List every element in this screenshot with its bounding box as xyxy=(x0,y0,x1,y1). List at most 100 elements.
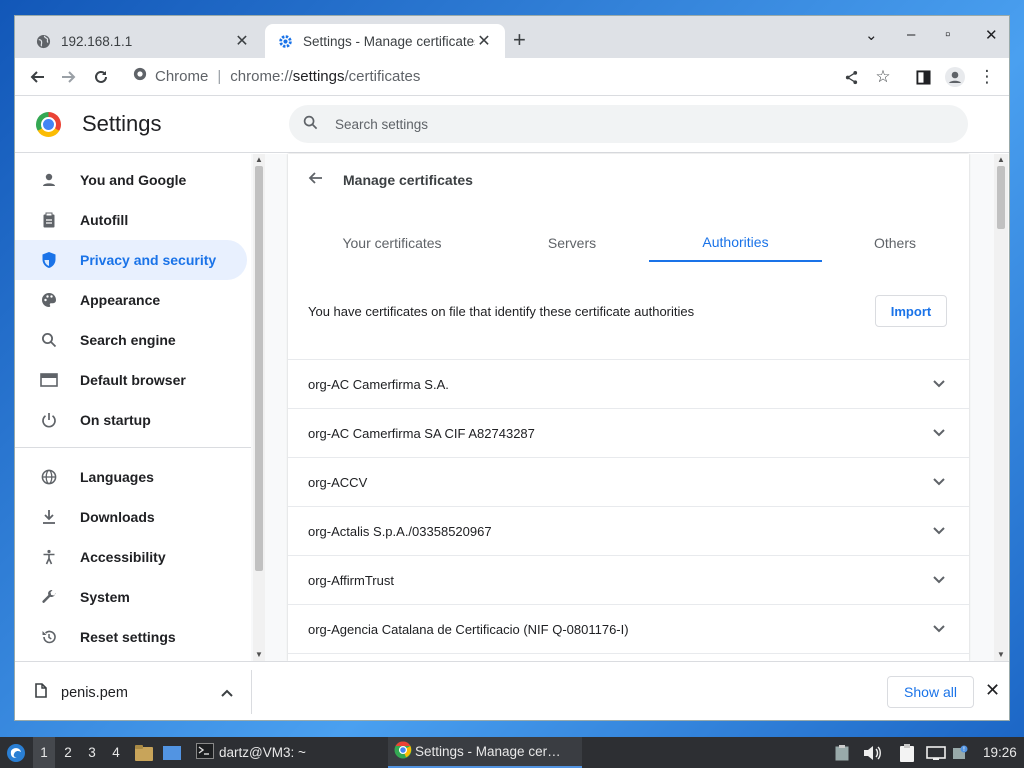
close-window-button[interactable]: ✕ xyxy=(985,26,998,44)
clipboard-tray-icon[interactable] xyxy=(834,737,850,768)
import-button[interactable]: Import xyxy=(875,295,947,327)
show-all-button[interactable]: Show all xyxy=(887,676,974,708)
sidebar-item-downloads[interactable]: Downloads xyxy=(15,497,247,537)
sidebar: You and Google Autofill Privacy and secu… xyxy=(15,154,251,661)
sidebar-item-label: You and Google xyxy=(80,172,187,188)
scroll-up-arrow-icon[interactable]: ▲ xyxy=(255,155,263,164)
workspace-3[interactable]: 3 xyxy=(81,737,103,768)
omnibox[interactable]: Chrome | chrome:// settings /certificate… xyxy=(133,67,420,85)
tab-authorities[interactable]: Authorities xyxy=(649,224,822,262)
tab-router[interactable]: 192.168.1.1 ✕ xyxy=(23,24,263,58)
list-item[interactable]: org-AC Camerfirma SA CIF A82743287 xyxy=(288,408,969,457)
start-menu-icon[interactable] xyxy=(4,737,28,768)
sidebar-item-system[interactable]: System xyxy=(15,577,247,617)
sidebar-divider xyxy=(15,447,251,448)
sidebar-item-reset-settings[interactable]: Reset settings xyxy=(15,617,247,657)
scrollbar-thumb[interactable] xyxy=(255,166,263,571)
share-icon[interactable] xyxy=(841,67,861,87)
desktop-icon[interactable] xyxy=(162,737,182,768)
scroll-down-arrow-icon[interactable]: ▼ xyxy=(255,650,263,659)
chevron-up-icon[interactable] xyxy=(221,685,233,700)
chevron-down-icon[interactable] xyxy=(933,620,945,636)
sidebar-item-label: Search engine xyxy=(80,332,176,348)
list-item[interactable]: org-AffirmTrust xyxy=(288,555,969,604)
close-tab-icon[interactable]: ✕ xyxy=(233,31,251,51)
browser-icon xyxy=(39,373,59,387)
close-tab-icon[interactable]: ✕ xyxy=(475,31,493,51)
sidebar-item-label: Downloads xyxy=(80,509,155,525)
chevron-down-icon[interactable] xyxy=(933,522,945,538)
list-item xyxy=(288,653,969,661)
sidebar-item-you-and-google[interactable]: You and Google xyxy=(15,160,247,200)
tab-others[interactable]: Others xyxy=(810,224,969,262)
gear-icon xyxy=(277,33,293,49)
palette-icon xyxy=(39,292,59,308)
sidebar-item-search-engine[interactable]: Search engine xyxy=(15,320,247,360)
power-icon xyxy=(39,412,59,428)
file-manager-icon[interactable] xyxy=(134,737,154,768)
scrollbar-thumb[interactable] xyxy=(997,166,1005,229)
side-panel-icon[interactable] xyxy=(913,67,933,87)
forward-arrow-icon[interactable] xyxy=(59,67,79,87)
sidebar-item-on-startup[interactable]: On startup xyxy=(15,400,247,440)
chevron-down-icon[interactable] xyxy=(933,424,945,440)
chevron-down-icon[interactable] xyxy=(933,375,945,391)
wrench-icon xyxy=(39,589,59,605)
terminal-title: dartz@VM3: ~ xyxy=(219,745,306,760)
profile-avatar-icon[interactable] xyxy=(945,67,965,87)
sidebar-item-appearance[interactable]: Appearance xyxy=(15,280,247,320)
list-item[interactable]: org-ACCV xyxy=(288,457,969,506)
terminal-taskbar-item[interactable]: dartz@VM3: ~ xyxy=(190,737,312,768)
chrome-taskbar-item[interactable]: Settings - Manage cer… xyxy=(388,737,582,768)
sidebar-item-label: Reset settings xyxy=(80,629,176,645)
toolbar: Chrome | chrome:// settings /certificate… xyxy=(15,58,1009,96)
close-shelf-icon[interactable]: ✕ xyxy=(985,680,1000,701)
chevron-down-icon[interactable] xyxy=(933,571,945,587)
sidebar-item-accessibility[interactable]: Accessibility xyxy=(15,537,247,577)
accessibility-icon xyxy=(39,549,59,565)
url-prefix: chrome:// xyxy=(230,67,293,85)
search-icon xyxy=(303,115,321,133)
sidebar-item-default-browser[interactable]: Default browser xyxy=(15,360,247,400)
workspace-2[interactable]: 2 xyxy=(57,737,79,768)
list-item[interactable]: org-AC Camerfirma S.A. xyxy=(288,359,969,408)
scroll-up-arrow-icon[interactable]: ▲ xyxy=(997,155,1005,164)
notes-tray-icon[interactable] xyxy=(898,737,916,768)
list-item[interactable]: org-Actalis S.p.A./03358520967 xyxy=(288,506,969,555)
clock: 19:26 xyxy=(983,745,1017,760)
tab-search-icon[interactable]: ⌄ xyxy=(865,26,878,44)
notification-icon[interactable]: ! xyxy=(952,737,968,768)
download-item[interactable]: penis.pem xyxy=(35,683,128,702)
volume-icon[interactable] xyxy=(862,737,882,768)
search-input[interactable]: Search settings xyxy=(289,105,968,143)
list-item[interactable]: org-Agencia Catalana de Certificacio (NI… xyxy=(288,604,969,653)
tab-settings[interactable]: Settings - Manage certificates ✕ xyxy=(265,24,505,58)
sidebar-item-label: Languages xyxy=(80,469,154,485)
tab-your-certificates[interactable]: Your certificates xyxy=(308,224,476,262)
globe-icon xyxy=(35,33,51,49)
scroll-down-arrow-icon[interactable]: ▼ xyxy=(997,650,1005,659)
back-arrow-icon[interactable] xyxy=(307,170,323,191)
chevron-down-icon[interactable] xyxy=(933,473,945,489)
workspace-4[interactable]: 4 xyxy=(105,737,127,768)
menu-kebab-icon[interactable]: ⋮ xyxy=(977,67,997,87)
sidebar-item-autofill[interactable]: Autofill xyxy=(15,200,247,240)
sidebar-item-languages[interactable]: Languages xyxy=(15,457,247,497)
maximize-button[interactable]: ▫ xyxy=(945,26,950,43)
network-icon[interactable] xyxy=(926,737,946,768)
tab-servers[interactable]: Servers xyxy=(488,224,656,262)
url-path: /certificates xyxy=(344,67,421,85)
sidebar-scrollbar[interactable]: ▲ ▼ xyxy=(253,154,265,661)
bookmark-star-icon[interactable]: ☆ xyxy=(873,67,893,87)
reload-icon[interactable] xyxy=(91,67,111,87)
back-arrow-icon[interactable] xyxy=(27,67,47,87)
card-title: Manage certificates xyxy=(343,172,473,188)
sidebar-item-privacy-and-security[interactable]: Privacy and security xyxy=(15,240,247,280)
workspace-1[interactable]: 1 xyxy=(33,737,55,768)
content-scrollbar[interactable]: ▲ ▼ xyxy=(994,154,1008,661)
terminal-icon xyxy=(196,743,214,762)
minimize-button[interactable]: – xyxy=(907,26,915,43)
authorities-description: You have certificates on file that ident… xyxy=(308,304,695,319)
person-icon xyxy=(39,172,59,188)
new-tab-button[interactable]: + xyxy=(513,29,526,51)
